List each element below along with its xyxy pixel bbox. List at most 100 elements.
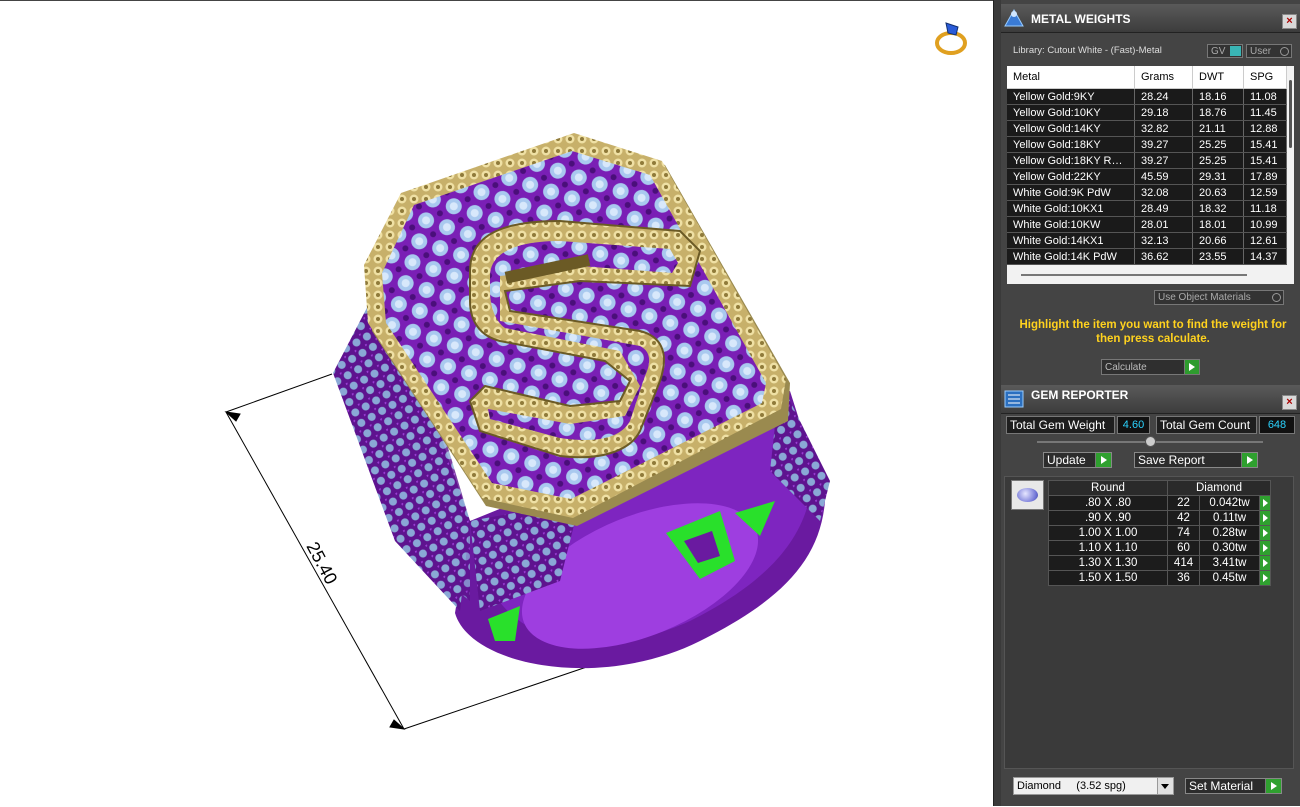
column-header-round: Round <box>1048 480 1168 496</box>
table-row[interactable]: Yellow Gold:10KY 29.18 18.76 11.45 <box>1007 104 1287 121</box>
play-icon <box>1265 779 1281 793</box>
user-toggle[interactable]: User <box>1246 44 1292 58</box>
gem-cell: 0.45tw <box>1199 570 1260 586</box>
table-row[interactable]: Yellow Gold:18KY 39.27 25.25 15.41 <box>1007 136 1287 153</box>
chevron-down-icon <box>1157 778 1173 794</box>
user-label: User <box>1250 46 1272 57</box>
select-gem-button[interactable] <box>1259 495 1271 511</box>
slider-handle[interactable] <box>1145 436 1156 447</box>
library-label: Library: Cutout White - (Fast)-Metal <box>1013 45 1162 56</box>
table-row[interactable]: White Gold:10KW 28.01 18.01 10.99 <box>1007 216 1287 233</box>
gem-cell: 74 <box>1166 525 1201 541</box>
table-cell: 18.01 <box>1192 216 1244 233</box>
set-material-button[interactable]: Set Material <box>1185 778 1282 794</box>
select-gem-button[interactable] <box>1259 570 1271 586</box>
play-icon <box>1095 453 1111 467</box>
metal-table[interactable]: Metal Grams DWT SPG Yellow Gold:9KY 28.24… <box>1007 66 1294 284</box>
calculate-button[interactable]: Calculate <box>1101 359 1200 375</box>
table-cell: White Gold:14K PdW <box>1007 248 1135 265</box>
table-cell: 20.66 <box>1192 232 1244 249</box>
column-header-dwt[interactable]: DWT <box>1192 66 1244 89</box>
gem-cell: 36 <box>1166 570 1201 586</box>
panel-splitter[interactable] <box>993 0 1001 806</box>
close-icon[interactable]: × <box>1282 14 1297 29</box>
gem-slider[interactable] <box>1037 436 1263 447</box>
select-gem-button[interactable] <box>1259 525 1271 541</box>
update-button[interactable]: Update <box>1043 452 1112 468</box>
table-row[interactable]: White Gold:10KX1 28.49 18.32 11.18 <box>1007 200 1287 217</box>
save-report-label: Save Report <box>1138 453 1205 467</box>
table-cell: 28.49 <box>1134 200 1193 217</box>
metal-weights-title: METAL WEIGHTS <box>1031 12 1131 26</box>
table-cell: 23.55 <box>1192 248 1244 265</box>
table-row[interactable]: White Gold:14K PdW 36.62 23.55 14.37 <box>1007 248 1287 265</box>
table-cell: 12.59 <box>1243 184 1287 201</box>
table-cell: 32.13 <box>1134 232 1193 249</box>
table-cell: 32.08 <box>1134 184 1193 201</box>
gem-row[interactable]: 1.30 X 1.30 414 3.41tw <box>1048 555 1271 571</box>
table-cell: 29.31 <box>1192 168 1244 185</box>
total-gem-count-value: 648 <box>1259 416 1295 434</box>
table-cell: 39.27 <box>1134 152 1193 169</box>
material-select-value: Diamond (3.52 spg) <box>1017 780 1126 792</box>
gem-row[interactable]: .90 X .90 42 0.11tw <box>1048 510 1271 526</box>
table-cell: 17.89 <box>1243 168 1287 185</box>
table-cell: 28.01 <box>1134 216 1193 233</box>
gem-cell: 0.042tw <box>1199 495 1260 511</box>
material-select[interactable]: Diamond (3.52 spg) <box>1013 777 1174 795</box>
table-row[interactable]: White Gold:9K PdW 32.08 20.63 12.59 <box>1007 184 1287 201</box>
table-cell: 45.59 <box>1134 168 1193 185</box>
table-cell: 36.62 <box>1134 248 1193 265</box>
table-row[interactable]: Yellow Gold:14KY 32.82 21.11 12.88 <box>1007 120 1287 137</box>
save-report-button[interactable]: Save Report <box>1134 452 1258 468</box>
table-row[interactable]: Yellow Gold:9KY 28.24 18.16 11.08 <box>1007 88 1287 105</box>
table-cell: Yellow Gold:9KY <box>1007 88 1135 105</box>
metal-weights-header: METAL WEIGHTS × <box>1001 4 1300 33</box>
select-gem-button[interactable] <box>1259 555 1271 571</box>
table-cell: 10.99 <box>1243 216 1287 233</box>
play-icon <box>1184 360 1199 374</box>
table-cell: 18.32 <box>1192 200 1244 217</box>
gem-row[interactable]: 1.10 X 1.10 60 0.30tw <box>1048 540 1271 556</box>
gem-table[interactable]: Round Diamond .80 X .80 22 0.042tw .90 X .9… <box>1048 480 1271 586</box>
table-cell: 11.18 <box>1243 200 1287 217</box>
play-icon <box>1241 453 1257 467</box>
use-object-materials-label: Use Object Materials <box>1158 292 1251 303</box>
table-cell: 12.61 <box>1243 232 1287 249</box>
table-cell: 21.11 <box>1192 120 1244 137</box>
gem-cell: 0.11tw <box>1199 510 1260 526</box>
round-diamond-icon[interactable] <box>1011 480 1044 510</box>
horizontal-scrollbar[interactable] <box>1021 274 1247 276</box>
gem-cell: 42 <box>1166 510 1201 526</box>
gem-row[interactable]: .80 X .80 22 0.042tw <box>1048 495 1271 511</box>
column-header-grams[interactable]: Grams <box>1134 66 1193 89</box>
select-gem-button[interactable] <box>1259 540 1271 556</box>
total-gem-weight-value: 4.60 <box>1117 416 1150 434</box>
gem-cell: 414 <box>1166 555 1201 571</box>
table-row[interactable]: White Gold:14KX1 32.13 20.66 12.61 <box>1007 232 1287 249</box>
vertical-scrollbar[interactable] <box>1289 80 1292 148</box>
table-cell: 12.88 <box>1243 120 1287 137</box>
gem-row[interactable]: 1.50 X 1.50 36 0.45tw <box>1048 570 1271 586</box>
gem-cell: 3.41tw <box>1199 555 1260 571</box>
select-gem-button[interactable] <box>1259 510 1271 526</box>
gem-row[interactable]: 1.00 X 1.00 74 0.28tw <box>1048 525 1271 541</box>
close-icon[interactable]: × <box>1282 395 1297 410</box>
3d-viewport[interactable]: 25.40 <box>0 0 993 806</box>
ring-view-icon[interactable] <box>935 22 967 55</box>
column-header-metal[interactable]: Metal <box>1007 66 1135 89</box>
table-cell: 11.08 <box>1243 88 1287 105</box>
column-header-spg[interactable]: SPG <box>1243 66 1287 89</box>
gem-cell: 1.30 X 1.30 <box>1048 555 1168 571</box>
use-object-materials-toggle[interactable]: Use Object Materials <box>1154 290 1284 305</box>
column-header-diamond: Diamond <box>1167 480 1271 496</box>
table-cell: White Gold:10KX1 <box>1007 200 1135 217</box>
table-row[interactable]: Yellow Gold:18KY R… 39.27 25.25 15.41 <box>1007 152 1287 169</box>
total-gem-count-label: Total Gem Count <box>1156 416 1257 434</box>
gem-cell: 60 <box>1166 540 1201 556</box>
gv-toggle[interactable]: GV <box>1207 44 1243 58</box>
table-cell: 11.45 <box>1243 104 1287 121</box>
table-cell: 29.18 <box>1134 104 1193 121</box>
table-cell: Yellow Gold:10KY <box>1007 104 1135 121</box>
table-row[interactable]: Yellow Gold:22KY 45.59 29.31 17.89 <box>1007 168 1287 185</box>
